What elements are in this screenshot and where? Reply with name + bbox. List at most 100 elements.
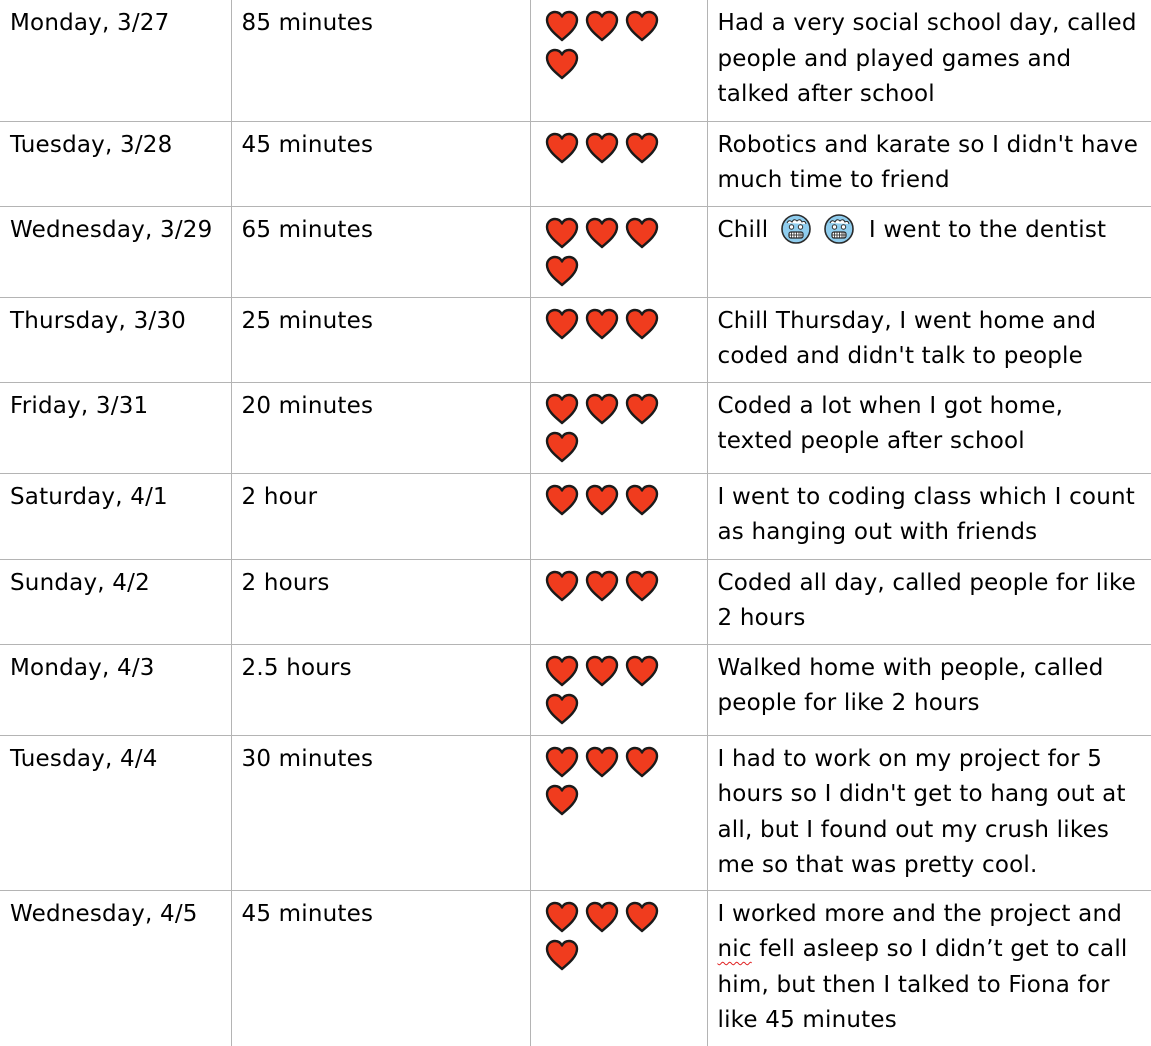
duration-cell: 25 minutes [230,296,531,383]
day-cell: Saturday, 4/1 [0,472,232,560]
heart-icon [625,901,658,932]
heart-icon [625,746,658,777]
heart-icon [545,484,578,515]
note-cell: I went to coding class which I count as … [706,472,1151,560]
heart-icon [545,655,578,686]
day-cell: Sunday, 4/2 [0,558,232,645]
duration-cell: 2.5 hours [230,643,531,736]
heart-icon [545,132,578,163]
duration-cell: 45 minutes [230,889,531,1046]
heart-icon [585,570,618,601]
note-cell: I worked more and the project and nic fe… [706,889,1151,1046]
duration-cell: 85 minutes [230,0,531,122]
note-cell: Chill I went to the dentist [706,205,1151,298]
table-row: Wednesday, 3/29 65 minutes Chill I went … [0,205,1151,298]
duration-cell: 30 minutes [230,734,531,891]
hearts-cell [529,381,708,474]
hearts-rating [544,569,674,603]
hearts-rating [544,900,674,972]
hearts-cell [529,296,708,383]
hearts-cell [529,734,708,891]
table-row: Saturday, 4/1 2 hour I went to coding cl… [0,472,1151,560]
note-cell: Robotics and karate so I didn't have muc… [706,120,1151,207]
table-row: Thursday, 3/30 25 minutes Chill Thursday… [0,296,1151,383]
note-cell: Had a very social school day, called peo… [706,0,1151,122]
heart-icon [545,431,578,462]
heart-icon [545,570,578,601]
table-row: Friday, 3/31 20 minutes Coded a lot when… [0,381,1151,474]
heart-icon [545,901,578,932]
hearts-rating [544,307,674,341]
heart-icon [585,308,618,339]
misspelled-word: nic [717,936,752,962]
note-cell: I had to work on my project for 5 hours … [706,734,1151,891]
heart-icon [545,693,578,724]
note-text-end: I went to the dentist [868,216,1107,243]
heart-icon [585,746,618,777]
duration-cell: 20 minutes [230,381,531,474]
heart-icon [585,10,618,42]
day-cell: Thursday, 3/30 [0,296,232,383]
note-cell: Chill Thursday, I went home and coded an… [706,296,1151,383]
heart-icon [625,132,658,163]
note-cell: Walked home with people, called people f… [706,643,1151,736]
heart-icon [545,10,578,42]
table-row: Tuesday, 4/4 30 minutes I had to work on… [0,734,1151,891]
heart-icon [625,393,658,424]
hearts-rating [544,9,674,81]
heart-icon [545,308,578,339]
heart-icon [545,217,578,248]
cold-face-icon [781,213,811,244]
heart-icon [585,217,618,248]
heart-icon [625,484,658,515]
day-cell: Friday, 3/31 [0,381,232,474]
cold-face-icon [824,213,855,244]
hearts-cell [529,643,708,736]
heart-icon [585,655,618,686]
day-cell: Monday, 3/27 [0,0,232,122]
hearts-rating [544,216,674,288]
hearts-rating [544,131,674,165]
heart-icon [545,393,578,424]
hearts-cell [529,558,708,645]
hearts-rating [544,654,674,726]
table-row: Monday, 3/27 85 minutes Had a very socia… [0,0,1151,122]
hearts-cell [529,472,708,560]
table-row: Monday, 4/3 2.5 hours Walked home with p… [0,643,1151,736]
hearts-rating [544,483,674,517]
heart-icon [545,746,578,777]
duration-cell: 2 hours [230,558,531,645]
heart-icon [545,48,578,80]
heart-icon [625,10,658,42]
day-cell: Wednesday, 4/5 [0,889,232,1046]
heart-icon [545,939,578,970]
hearts-cell [529,205,708,298]
heart-icon [625,308,658,339]
note-text-end: fell asleep so I didn’t get to call him,… [717,936,1128,1033]
hearts-rating [544,745,674,817]
note-text-start: Chill [717,216,769,243]
heart-icon [585,901,618,932]
hearts-cell [529,0,708,122]
day-cell: Wednesday, 3/29 [0,205,232,298]
note-cell: Coded a lot when I got home, texted peop… [706,381,1151,474]
heart-icon [585,132,618,163]
heart-icon [625,217,658,248]
heart-icon [545,784,578,815]
heart-icon [585,484,618,515]
hearts-cell [529,889,708,1046]
duration-cell: 45 minutes [230,120,531,207]
hearts-cell [529,120,708,207]
hearts-rating [544,392,674,464]
table-row: Tuesday, 3/28 45 minutes Robotics and ka… [0,120,1151,207]
day-cell: Tuesday, 3/28 [0,120,232,207]
table-row: Wednesday, 4/5 45 minutes I worked more … [0,889,1151,1046]
day-cell: Tuesday, 4/4 [0,734,232,891]
duration-cell: 2 hour [230,472,531,560]
day-cell: Monday, 4/3 [0,643,232,736]
heart-icon [625,570,658,601]
heart-icon [585,393,618,424]
table-row: Sunday, 4/2 2 hours Coded all day, calle… [0,558,1151,645]
duration-cell: 65 minutes [230,205,531,298]
social-log-table: Monday, 3/27 85 minutes Had a very socia… [0,0,1151,1046]
